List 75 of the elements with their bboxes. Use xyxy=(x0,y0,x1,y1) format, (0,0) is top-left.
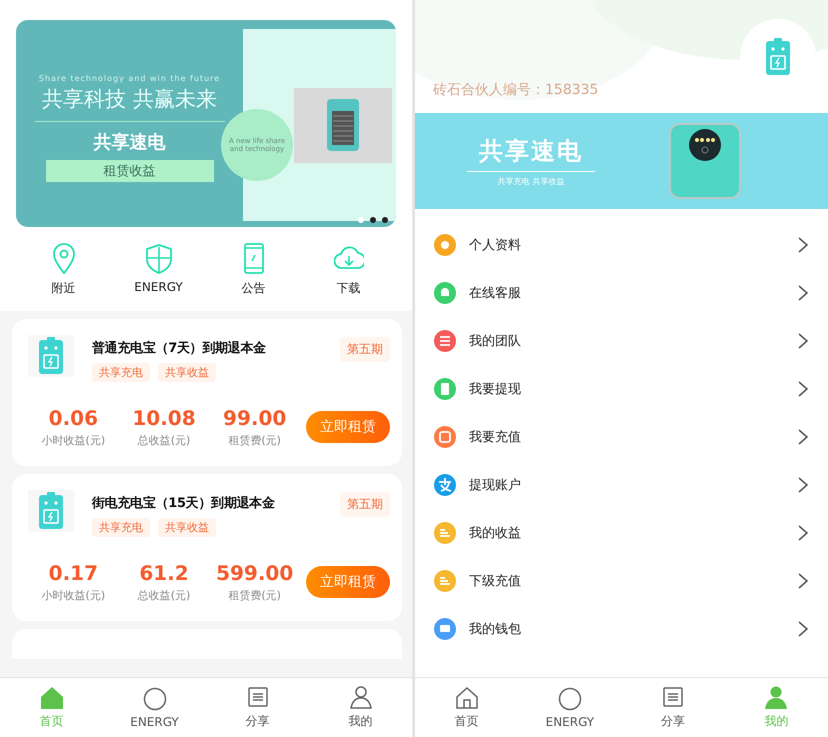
menu-item[interactable]: 我要提现 xyxy=(415,365,828,413)
product-title: 街电充电宝（15天）到期退本金 xyxy=(92,494,276,512)
tag: 共享收益 xyxy=(158,363,216,382)
stat-value: 599.00 xyxy=(216,561,294,585)
promo-subtitle: 共享充电 共享收益 xyxy=(498,176,564,187)
shortcut-label[interactable]: ENERGY xyxy=(134,280,183,294)
stat-label: 总收益(元) xyxy=(138,588,190,603)
period-badge: 第五期 xyxy=(340,337,390,362)
stat-label: 租赁费(元) xyxy=(228,433,281,448)
shield-icon[interactable] xyxy=(144,243,174,274)
chevron-right-icon xyxy=(798,525,808,541)
menu-item[interactable]: 个人资料 xyxy=(415,221,828,269)
stat-value: 61.2 xyxy=(139,561,189,585)
banner-title: 共享速电 xyxy=(94,130,166,154)
chevron-right-icon xyxy=(798,477,808,493)
chevron-right-icon xyxy=(798,381,808,397)
menu-label: 个人资料 xyxy=(469,237,522,254)
stat-label: 小时收益(元) xyxy=(42,433,106,448)
menu-item[interactable]: 下级充值 xyxy=(415,557,828,605)
period-badge: 第五期 xyxy=(340,492,390,517)
menu-label: 我的收益 xyxy=(469,525,522,542)
tab[interactable]: 我的 xyxy=(309,678,412,737)
banner-ribbon: 租赁收益 xyxy=(46,160,214,182)
shortcut-label[interactable]: 下载 xyxy=(336,280,360,297)
tag: 共享充电 xyxy=(92,363,150,382)
chevron-right-icon xyxy=(798,237,808,253)
menu-label: 下级充值 xyxy=(469,573,522,590)
list-icon xyxy=(661,685,686,709)
banner-headline: 共享科技 共赢未来 xyxy=(42,86,217,112)
menu-label: 在线客服 xyxy=(469,285,522,302)
product-title: 普通充电宝（7天）到期退本金 xyxy=(92,340,267,357)
stat-value: 10.08 xyxy=(132,406,196,430)
tag: 共享充电 xyxy=(92,518,150,537)
home-icon xyxy=(454,685,479,709)
stat-label: 租赁费(元) xyxy=(228,588,281,603)
stat-value: 0.06 xyxy=(48,406,98,430)
menu-label: 提现账户 xyxy=(469,477,522,494)
circle-icon xyxy=(142,686,166,710)
person-icon xyxy=(348,685,372,709)
list-icon xyxy=(246,685,270,709)
menu-label: 我要提现 xyxy=(469,381,522,398)
stat-value: 0.17 xyxy=(48,561,98,585)
tag: 共享收益 xyxy=(158,518,216,537)
banner-tagline: Share technology and win the future xyxy=(38,74,220,82)
menu-item[interactable]: 在线客服 xyxy=(415,269,828,317)
chevron-right-icon xyxy=(798,621,808,637)
menu-label: 我的钱包 xyxy=(469,621,522,638)
tab[interactable]: ENERGY xyxy=(518,678,622,737)
chevron-right-icon xyxy=(798,285,808,301)
chevron-right-icon xyxy=(798,429,808,445)
shortcut-label[interactable]: 附近 xyxy=(52,280,76,297)
menu-item[interactable]: 我的收益 xyxy=(415,509,828,557)
battery-icon xyxy=(763,38,793,76)
person-icon xyxy=(764,685,788,709)
menu-item[interactable]: 我要充值 xyxy=(415,413,828,461)
chevron-right-icon xyxy=(798,333,808,349)
stat-value: 99.00 xyxy=(223,406,286,430)
menu-label: 我要充值 xyxy=(469,429,522,446)
tab[interactable]: 分享 xyxy=(622,678,725,737)
shortcut-label[interactable]: 公告 xyxy=(242,280,266,297)
promo-title: 共享速电 xyxy=(479,135,583,167)
menu-item[interactable]: 我的团队 xyxy=(415,317,828,365)
carousel-dots xyxy=(358,217,388,223)
tab[interactable]: 分享 xyxy=(206,678,309,737)
chevron-right-icon xyxy=(798,573,808,589)
stat-label: 小时收益(元) xyxy=(42,588,106,603)
stat-label: 总收益(元) xyxy=(138,433,190,448)
menu-label: 我的团队 xyxy=(469,333,522,350)
home-icon xyxy=(40,685,64,709)
menu-item[interactable]: 我的钱包 xyxy=(415,605,828,653)
menu-item[interactable]: 提现账户 xyxy=(415,461,828,509)
tab[interactable]: 首页 xyxy=(415,678,518,737)
circle-icon xyxy=(558,686,582,710)
tab[interactable]: ENERGY xyxy=(103,678,206,737)
partner-id: 砖石合伙人编号：158335 xyxy=(433,81,598,99)
